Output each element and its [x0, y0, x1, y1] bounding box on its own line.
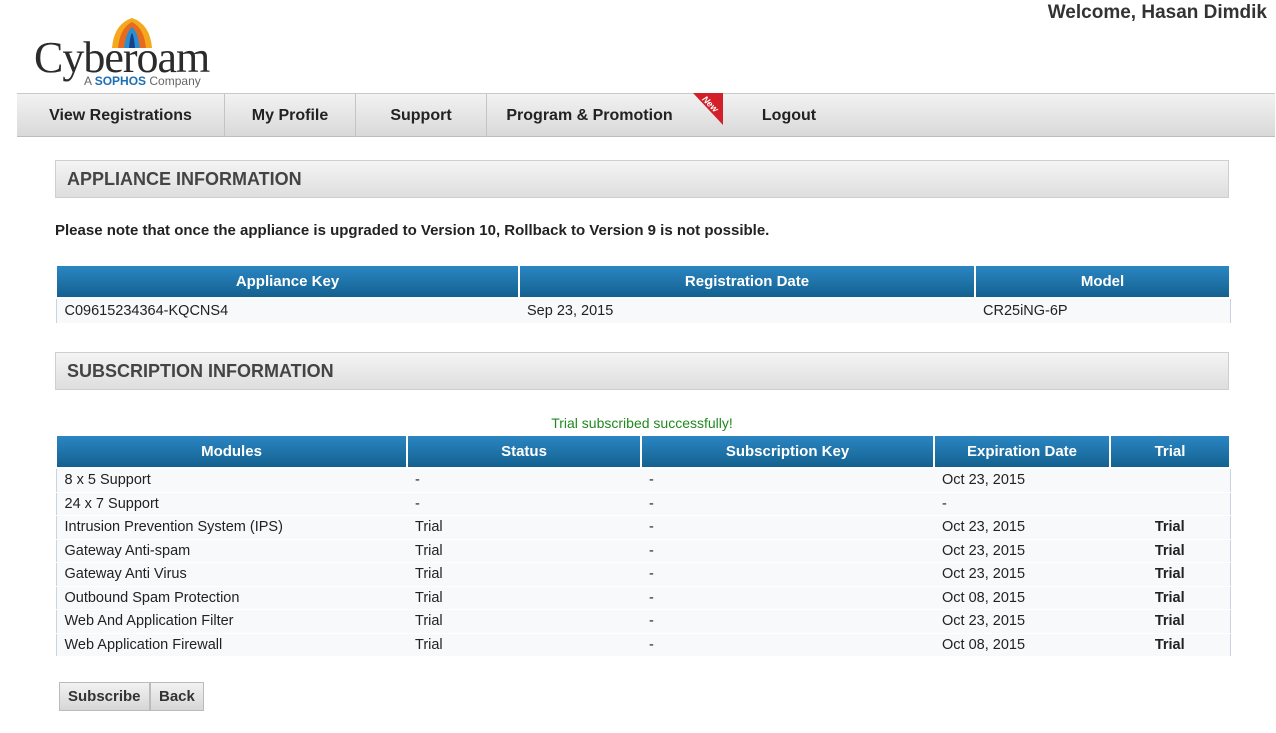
appliance-key-cell: C09615234364-KQCNS4 — [56, 298, 519, 324]
trial-cell — [1110, 492, 1230, 516]
module-cell: 24 x 7 Support — [56, 492, 407, 516]
column-header: Appliance Key — [55, 264, 520, 299]
column-header: Subscription Key — [640, 434, 935, 469]
cyberoam-logo: Cyberoam A SOPHOS Company — [34, 14, 214, 92]
tagline-prefix: A — [84, 74, 92, 88]
status-cell: Trial — [407, 633, 641, 657]
subscription-key-cell: - — [641, 492, 934, 516]
status-cell: Trial — [407, 609, 641, 634]
back-button[interactable]: Back — [150, 682, 204, 711]
subscription-key-cell: - — [641, 633, 934, 657]
expiration-date-cell: Oct 23, 2015 — [934, 468, 1110, 493]
module-cell: Web And Application Filter — [56, 609, 407, 634]
trial-link[interactable]: Trial — [1110, 539, 1230, 563]
status-cell: - — [407, 468, 641, 493]
appliance-table: Appliance Key Registration Date Model C0… — [55, 264, 1231, 324]
appliance-section-heading: APPLIANCE INFORMATION — [55, 160, 1229, 198]
table-row: Intrusion Prevention System (IPS) Trial … — [56, 515, 1230, 540]
registration-date-cell: Sep 23, 2015 — [519, 298, 975, 324]
module-cell: Web Application Firewall — [56, 633, 407, 657]
trial-link[interactable]: Trial — [1110, 633, 1230, 657]
expiration-date-cell: Oct 08, 2015 — [934, 633, 1110, 657]
table-row: Web And Application Filter Trial - Oct 2… — [56, 609, 1230, 634]
table-header-row: Modules Status Subscription Key Expirati… — [55, 434, 1231, 469]
subscribe-button[interactable]: Subscribe — [59, 682, 150, 711]
subscription-key-cell: - — [641, 539, 934, 563]
trial-link[interactable]: Trial — [1110, 562, 1230, 587]
subscription-key-cell: - — [641, 468, 934, 493]
status-cell: Trial — [407, 539, 641, 563]
column-header: Expiration Date — [933, 434, 1111, 469]
model-cell: CR25iNG-6P — [975, 298, 1230, 324]
trial-cell — [1110, 468, 1230, 493]
status-cell: Trial — [407, 562, 641, 587]
expiration-date-cell: Oct 08, 2015 — [934, 586, 1110, 610]
success-message: Trial subscribed successfully! — [551, 415, 733, 431]
nav-logout[interactable]: Logout — [729, 94, 849, 137]
column-header: Status — [406, 434, 642, 469]
nav-support[interactable]: Support — [356, 94, 486, 137]
module-cell: Outbound Spam Protection — [56, 586, 407, 610]
new-ribbon-badge: New — [693, 93, 723, 125]
subscription-key-cell: - — [641, 609, 934, 634]
upgrade-note: Please note that once the appliance is u… — [55, 222, 770, 239]
nav-my-profile[interactable]: My Profile — [225, 94, 355, 137]
table-row: C09615234364-KQCNS4 Sep 23, 2015 CR25iNG… — [56, 298, 1230, 324]
table-row: Gateway Anti Virus Trial - Oct 23, 2015 … — [56, 562, 1230, 587]
table-row: 8 x 5 Support - - Oct 23, 2015 — [56, 468, 1230, 493]
column-header: Model — [974, 264, 1231, 299]
subscription-key-cell: - — [641, 586, 934, 610]
expiration-date-cell: Oct 23, 2015 — [934, 515, 1110, 540]
subscription-table: Modules Status Subscription Key Expirati… — [55, 434, 1231, 657]
expiration-date-cell: - — [934, 492, 1110, 516]
module-cell: Gateway Anti Virus — [56, 562, 407, 587]
brand-tagline: A SOPHOS Company — [84, 74, 201, 88]
table-row: Outbound Spam Protection Trial - Oct 08,… — [56, 586, 1230, 610]
trial-link[interactable]: Trial — [1110, 515, 1230, 540]
tagline-suffix: Company — [149, 74, 201, 88]
module-cell: 8 x 5 Support — [56, 468, 407, 493]
module-cell: Intrusion Prevention System (IPS) — [56, 515, 407, 540]
tagline-brand: SOPHOS — [94, 74, 147, 88]
table-row: Web Application Firewall Trial - Oct 08,… — [56, 633, 1230, 657]
expiration-date-cell: Oct 23, 2015 — [934, 539, 1110, 563]
status-cell: Trial — [407, 586, 641, 610]
trial-link[interactable]: Trial — [1110, 609, 1230, 634]
column-header: Modules — [55, 434, 408, 469]
table-header-row: Appliance Key Registration Date Model — [55, 264, 1231, 299]
subscription-key-cell: - — [641, 562, 934, 587]
subscription-key-cell: - — [641, 515, 934, 540]
main-navigation: View Registrations My Profile Support Pr… — [17, 93, 1275, 137]
status-cell: - — [407, 492, 641, 516]
new-badge-label: New — [700, 93, 721, 115]
nav-view-registrations[interactable]: View Registrations — [17, 94, 224, 137]
trial-link[interactable]: Trial — [1110, 586, 1230, 610]
table-row: Gateway Anti-spam Trial - Oct 23, 2015 T… — [56, 539, 1230, 563]
status-cell: Trial — [407, 515, 641, 540]
expiration-date-cell: Oct 23, 2015 — [934, 562, 1110, 587]
welcome-message: Welcome, Hasan Dimdik — [1047, 2, 1267, 23]
module-cell: Gateway Anti-spam — [56, 539, 407, 563]
expiration-date-cell: Oct 23, 2015 — [934, 609, 1110, 634]
subscription-section-heading: SUBSCRIPTION INFORMATION — [55, 352, 1229, 390]
nav-program-promotion[interactable]: Program & Promotion — [487, 94, 692, 137]
column-header: Trial — [1109, 434, 1231, 469]
table-row: 24 x 7 Support - - - — [56, 492, 1230, 516]
column-header: Registration Date — [518, 264, 976, 299]
